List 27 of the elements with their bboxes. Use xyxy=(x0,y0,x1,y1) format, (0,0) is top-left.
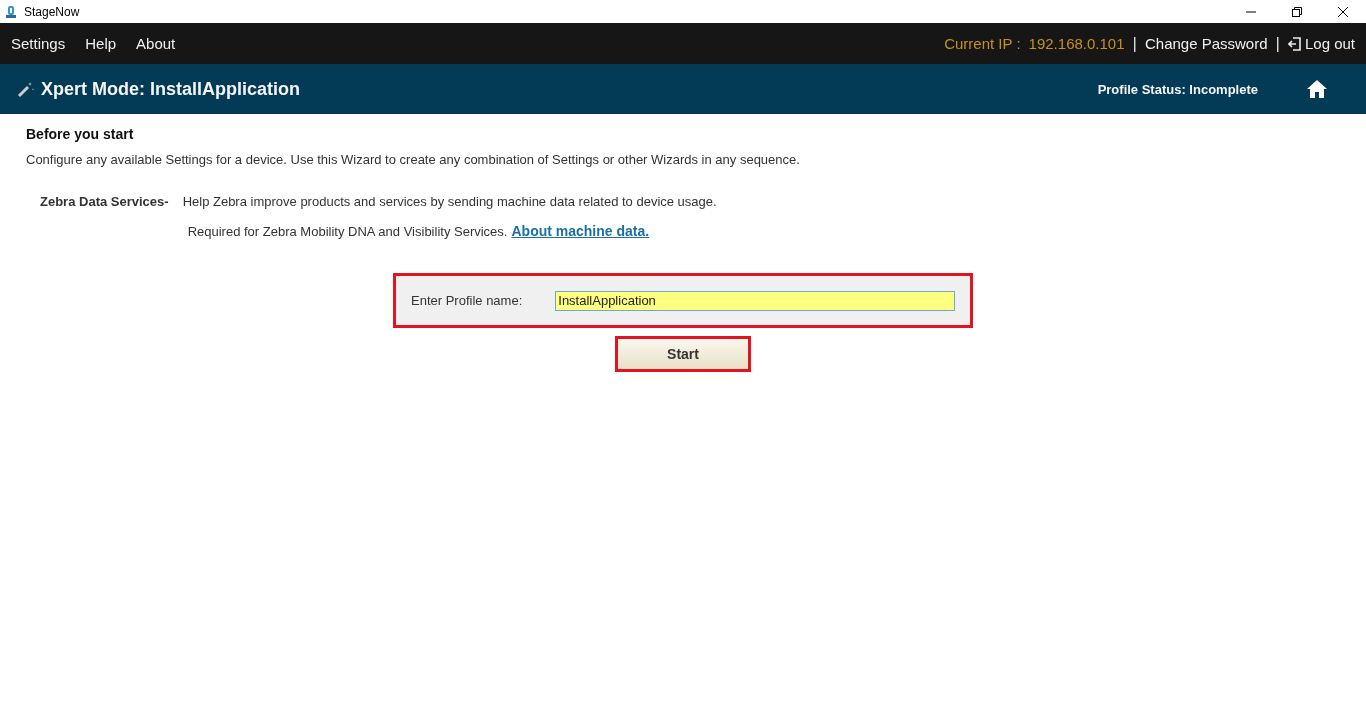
intro-text: Configure any available Settings for a device. Use this Wizard to create any combination of Settings or other Wizards in any sequence. xyxy=(26,152,801,167)
menu-item[interactable]: About xyxy=(136,35,176,52)
page-title: Xpert Mode: InstallApplication xyxy=(41,78,300,100)
window-title: StageNow xyxy=(24,4,80,19)
separator: | xyxy=(1275,33,1280,54)
data-services-label: Zebra Data Services- xyxy=(40,194,169,209)
change-password-link[interactable]: Change Password xyxy=(1144,35,1268,52)
menu-item[interactable]: Settings xyxy=(11,35,66,52)
profile-name-label: Enter Profile name: xyxy=(411,293,523,308)
restore-icon[interactable] xyxy=(1292,6,1302,17)
data-services-text: Help Zebra improve products and services by sending machine data related to device usage. xyxy=(182,194,717,209)
ip-address: 192.168.0.101 xyxy=(1028,35,1125,52)
separator: | xyxy=(1132,33,1137,54)
machine-data-link[interactable]: About machine data. xyxy=(511,223,650,239)
start-button[interactable]: Start xyxy=(618,339,748,369)
ip-label: Current IP : xyxy=(944,35,1021,52)
logout-button[interactable]: Log out xyxy=(1287,35,1355,52)
menu-item[interactable]: Help xyxy=(85,35,117,52)
app-logo-icon xyxy=(4,4,18,19)
close-icon[interactable] xyxy=(1338,6,1348,17)
data-services-note: Required for Zebra Mobility DNA and Visibility Services. xyxy=(187,224,508,239)
section-heading: Before you start xyxy=(26,126,135,142)
profile-status: Profile Status: Incomplete xyxy=(1097,81,1258,97)
magic-wand-icon xyxy=(17,80,35,98)
logout-icon xyxy=(1287,36,1301,51)
home-icon[interactable] xyxy=(1306,79,1328,99)
profile-name-field[interactable]: InstallApplication xyxy=(555,290,955,311)
